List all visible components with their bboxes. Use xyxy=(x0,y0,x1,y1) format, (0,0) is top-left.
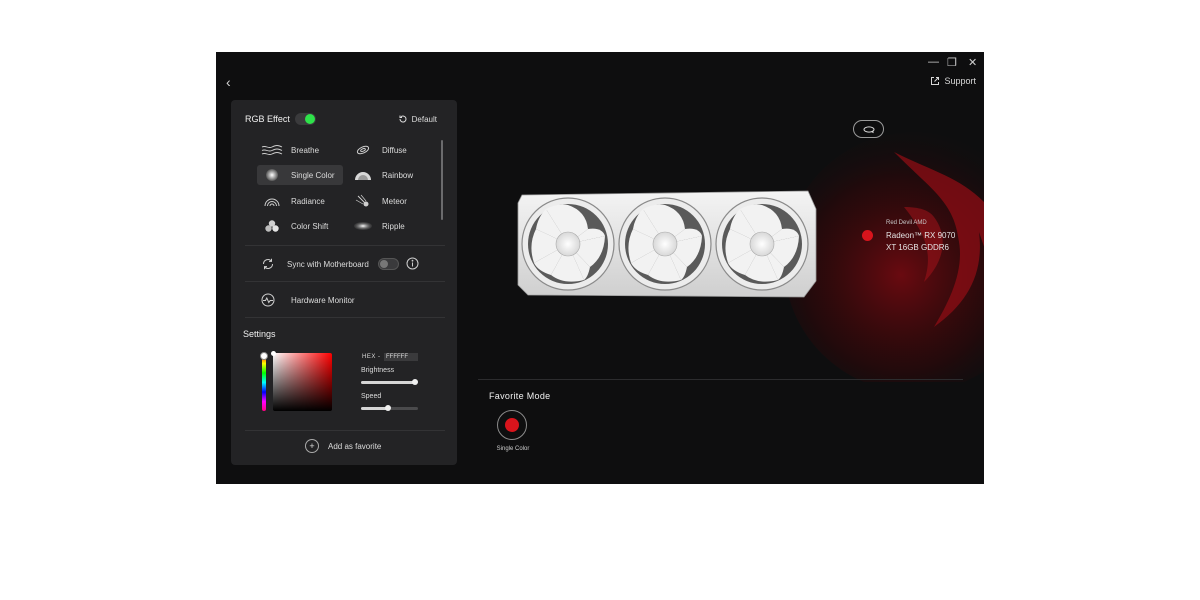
effect-breathe[interactable]: Breathe xyxy=(257,140,343,160)
effect-ripple[interactable]: Ripple xyxy=(348,216,434,236)
sync-icon xyxy=(263,258,273,270)
add-as-favorite-label: Add as favorite xyxy=(328,441,382,451)
restore-button[interactable]: ❐ xyxy=(947,56,957,69)
speed-fill xyxy=(361,407,389,410)
add-as-favorite-button[interactable]: + Add as favorite xyxy=(305,439,381,453)
brightness-fill xyxy=(361,381,416,384)
settings-title: Settings xyxy=(243,329,276,339)
divider xyxy=(245,245,445,246)
graphics-card-image xyxy=(517,190,817,298)
device-status-dot[interactable] xyxy=(862,230,873,241)
app-window: — ❐ ✕ ‹ Support RGB Effect Default Breat… xyxy=(216,52,984,484)
effect-diffuse[interactable]: Diffuse xyxy=(348,140,434,160)
device-model: Radeon™ RX 9070 XT 16GB GDDR6 xyxy=(886,231,956,252)
hardware-monitor-button[interactable]: Hardware Monitor xyxy=(291,296,355,305)
effect-label: Breathe xyxy=(291,145,320,155)
diffuse-icon xyxy=(352,143,374,157)
effect-label: Color Shift xyxy=(291,221,329,231)
ripple-icon xyxy=(352,219,374,233)
color-picker-area[interactable] xyxy=(273,353,332,411)
effect-label: Meteor xyxy=(382,196,407,206)
color-picker-knob[interactable] xyxy=(271,351,276,356)
hex-input[interactable]: FFFFFF xyxy=(384,353,418,361)
brightness-slider[interactable] xyxy=(361,379,419,385)
default-button[interactable]: Default xyxy=(398,114,437,124)
rgb-effect-toggle[interactable] xyxy=(295,113,316,125)
minimize-button[interactable]: — xyxy=(928,56,939,68)
hardware-monitor-icon xyxy=(261,293,275,307)
support-link[interactable]: Support xyxy=(930,76,976,86)
radiance-icon xyxy=(261,194,283,208)
rainbow-icon xyxy=(352,168,374,182)
effects-scrollbar[interactable] xyxy=(441,140,443,220)
rotate-icon xyxy=(863,125,874,133)
effect-label: Radiance xyxy=(291,196,325,206)
effect-single-color[interactable]: Single Color xyxy=(257,165,343,185)
effect-rainbow[interactable]: Rainbow xyxy=(348,165,434,185)
favorite-item-label: Single Color xyxy=(496,446,530,452)
speed-knob[interactable] xyxy=(385,405,392,411)
breathe-icon xyxy=(261,143,283,157)
favorite-item-single-color[interactable] xyxy=(497,410,527,440)
divider xyxy=(245,430,445,431)
info-icon[interactable] xyxy=(406,257,419,270)
reset-icon xyxy=(399,115,407,123)
rgb-settings-panel: RGB Effect Default Breathe Diffuse Singl… xyxy=(231,100,457,465)
rgb-effect-title: RGB Effect xyxy=(245,114,290,124)
hue-slider-knob[interactable] xyxy=(260,352,268,360)
default-label: Default xyxy=(411,114,437,124)
divider xyxy=(478,379,963,380)
effect-meteor[interactable]: Meteor xyxy=(348,191,434,211)
hue-slider[interactable] xyxy=(262,354,266,411)
effect-color-shift[interactable]: Color Shift xyxy=(257,216,343,236)
sync-with-motherboard-label: Sync with Motherboard xyxy=(287,260,369,269)
speed-slider[interactable] xyxy=(361,405,418,411)
effect-radiance[interactable]: Radiance xyxy=(257,191,343,211)
back-button[interactable]: ‹ xyxy=(226,74,231,90)
favorite-mode-title: Favorite Mode xyxy=(489,391,551,401)
rotate-view-button[interactable] xyxy=(853,120,884,138)
effect-label: Single Color xyxy=(291,170,335,180)
toggle-knob xyxy=(380,260,388,268)
toggle-knob xyxy=(305,114,315,124)
effect-label: Rainbow xyxy=(382,170,414,180)
favorite-color-swatch xyxy=(505,418,519,432)
divider xyxy=(245,317,445,318)
plus-icon: + xyxy=(305,439,319,453)
single-color-icon xyxy=(261,168,283,182)
divider xyxy=(245,281,445,282)
meteor-icon xyxy=(352,194,374,208)
device-brand: Red Devil AMD xyxy=(886,220,927,226)
sync-toggle[interactable] xyxy=(378,258,399,270)
brightness-label: Brightness xyxy=(361,367,395,374)
effect-label: Ripple xyxy=(382,221,405,231)
hex-label: HEX - xyxy=(362,354,381,360)
external-link-icon xyxy=(931,77,940,85)
support-label: Support xyxy=(944,76,976,86)
effect-label: Diffuse xyxy=(382,145,407,155)
brightness-knob[interactable] xyxy=(412,379,419,385)
color-shift-icon xyxy=(261,219,283,233)
speed-label: Speed xyxy=(361,393,382,400)
close-button[interactable]: ✕ xyxy=(968,56,977,69)
